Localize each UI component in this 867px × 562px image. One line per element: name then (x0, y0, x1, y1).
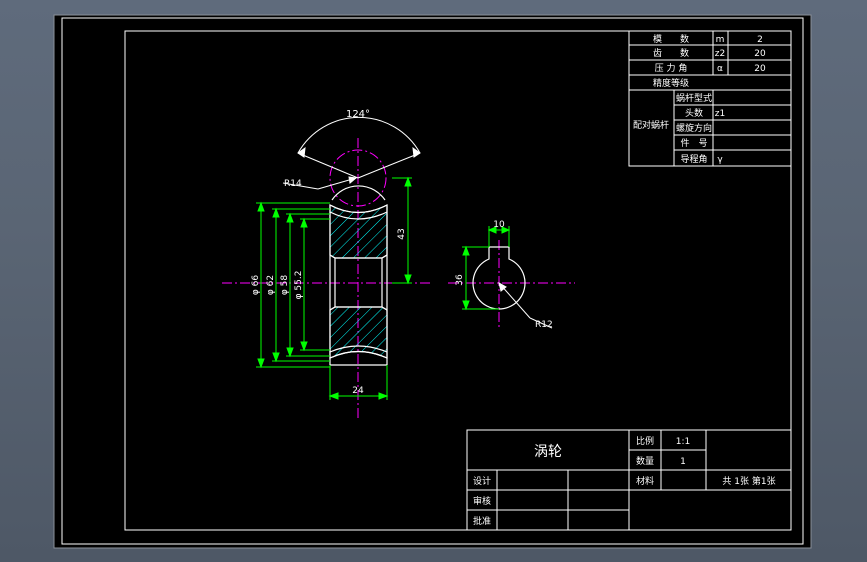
dim-36-label: 36 (455, 274, 465, 286)
check-label: 审核 (473, 495, 491, 507)
mating-name-0: 蜗杆型式 (676, 92, 712, 104)
approve-label: 批准 (473, 515, 491, 527)
design-label: 设计 (473, 475, 491, 487)
sheet-info: 共 1张 第1张 (722, 475, 775, 487)
param-name-3: 精度等级 (653, 77, 689, 89)
mating-name-4: 导程角 (680, 153, 707, 165)
qty-label: 数量 (636, 455, 654, 467)
mating-label-text: 配对蜗杆 (633, 119, 669, 131)
cad-drawing-canvas: 模 数 m 2 齿 数 z2 20 压 力 角 α 20 精度等级 配对蜗杆 蜗… (53, 14, 812, 549)
param-value-0: 2 (757, 35, 763, 45)
mating-value-4: γ (717, 155, 723, 165)
dia-62-label: φ 62 (266, 275, 276, 295)
mating-name-1: 头数 (685, 107, 703, 119)
mating-label: 配对蜗杆 (633, 119, 669, 131)
r14-label: R14 (284, 179, 302, 189)
param-name-2: 压 力 角 (655, 62, 688, 74)
qty-value: 1 (680, 457, 686, 467)
angle-label: 124° (346, 109, 370, 120)
mating-value-1: z1 (715, 109, 725, 119)
param-name-0: 模 数 (653, 33, 689, 45)
param-symbol-2: α (717, 64, 723, 74)
dim-24-label: 24 (352, 386, 364, 396)
param-symbol-0: m (716, 35, 725, 45)
scale-value: 1:1 (676, 437, 690, 447)
dia-55-label: φ 55.2 (294, 271, 304, 300)
dia-58-label: φ 58 (280, 275, 290, 296)
param-name-1: 齿 数 (653, 47, 689, 59)
material-label: 材料 (636, 475, 654, 487)
param-value-2: 20 (754, 64, 766, 74)
param-symbol-1: z2 (715, 49, 725, 59)
part-name: 涡轮 (534, 444, 562, 460)
mating-name-3: 件 号 (680, 137, 707, 149)
dim-10-label: 10 (493, 220, 505, 230)
dim-43-label: 43 (397, 228, 407, 239)
param-value-1: 20 (754, 49, 766, 59)
r12-label: R12 (535, 320, 553, 330)
scale-label: 比例 (636, 435, 654, 447)
lower-hatch-region (329, 306, 388, 359)
dia-66-label: φ 66 (251, 275, 261, 296)
mating-name-2: 螺旋方向 (676, 122, 712, 134)
